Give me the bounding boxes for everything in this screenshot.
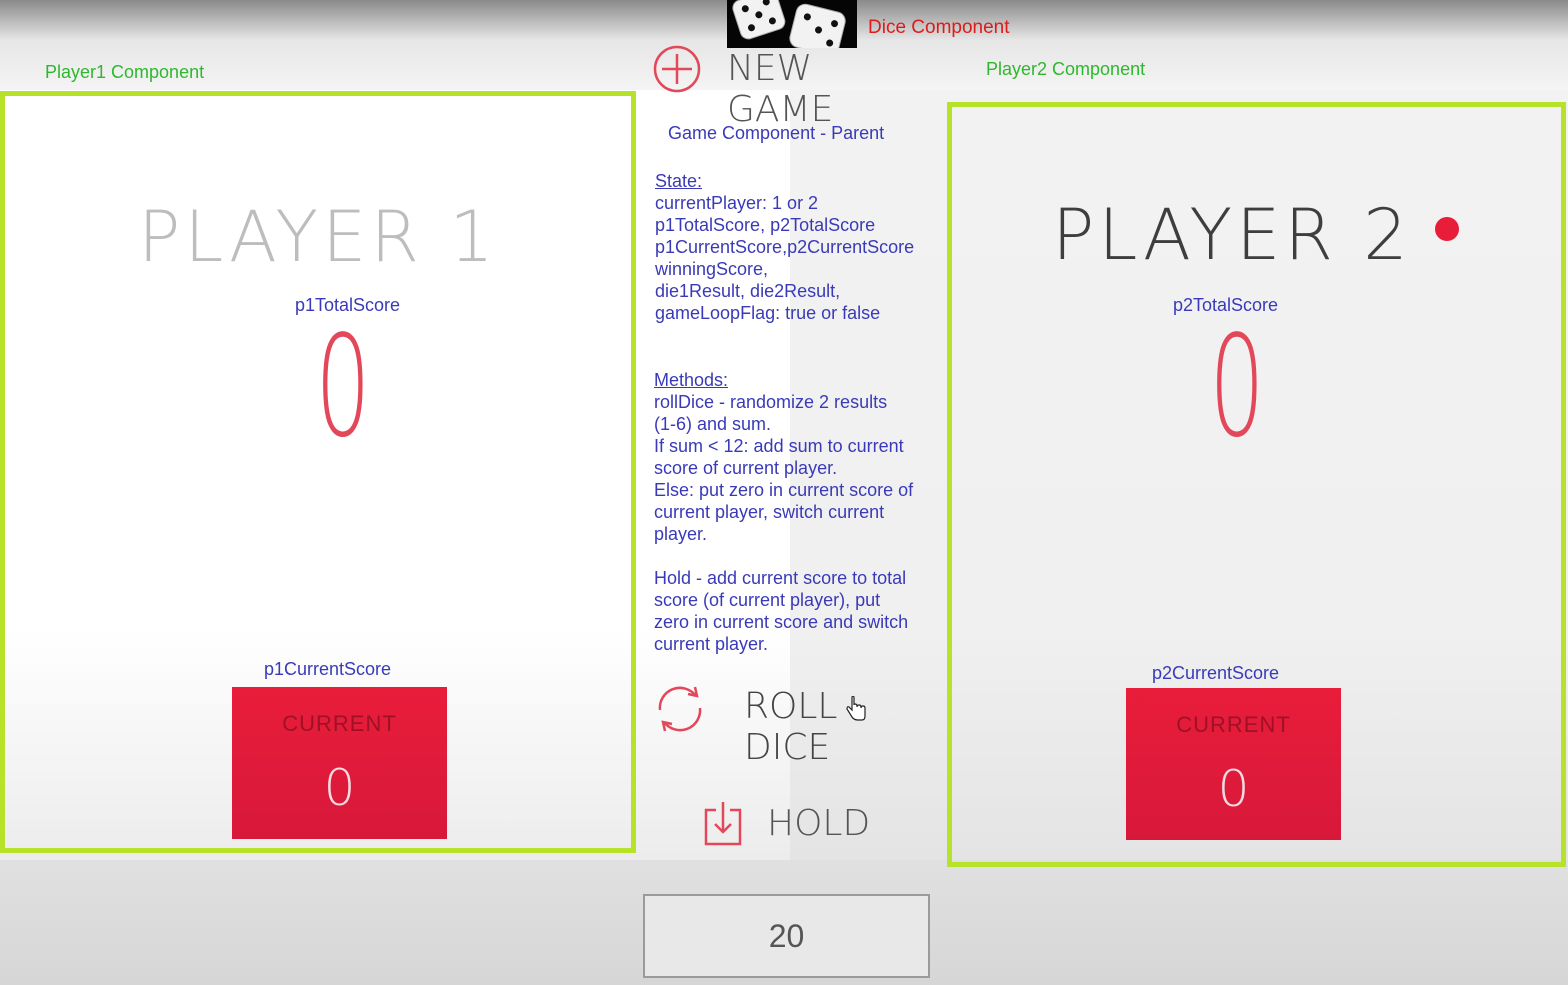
player1-panel: PLAYER 1 p1TotalScore 0 p1CurrentScore C…	[0, 91, 636, 853]
player2-current-score: 0	[1217, 760, 1250, 818]
player2-total-score: 0	[1209, 306, 1265, 469]
new-game-button[interactable]: NEW GAME	[650, 42, 930, 130]
state-description: State: currentPlayer: 1 or 2 p1TotalScor…	[655, 170, 945, 324]
methods-line: zero in current score and switch	[654, 612, 909, 632]
player2-panel: PLAYER 2 p2TotalScore 0 p2CurrentScore C…	[947, 102, 1566, 867]
player1-total-score: 0	[315, 306, 371, 469]
state-line: currentPlayer: 1 or 2	[655, 193, 819, 213]
methods-line	[654, 545, 944, 567]
player1-name: PLAYER 1	[138, 196, 498, 278]
methods-description: Methods: rollDice - randomize 2 results …	[654, 369, 944, 655]
roll-dice-label: ROLL DICE	[744, 686, 838, 768]
methods-line: Hold - add current score to total	[654, 568, 907, 588]
methods-line: rollDice - randomize 2 results	[654, 392, 888, 412]
player1-current-label: CURRENT	[282, 711, 397, 736]
player2-component-annotation: Player2 Component	[986, 59, 1146, 79]
methods-heading: Methods:	[654, 370, 729, 390]
p2-current-score-annotation: p2CurrentScore	[1152, 663, 1280, 683]
methods-line: (1-6) and sum.	[654, 414, 772, 434]
methods-line: score of current player.	[654, 458, 838, 478]
player1-component-annotation: Player1 Component	[45, 62, 205, 82]
state-line: die1Result, die2Result,	[655, 281, 841, 301]
dice-component-annotation: Dice Component	[868, 17, 1010, 38]
state-heading: State:	[655, 171, 703, 191]
methods-line: player.	[654, 524, 708, 544]
p1-current-score-annotation: p1CurrentScore	[264, 659, 392, 679]
state-line: p1CurrentScore,p2CurrentScore	[655, 237, 915, 257]
player1-current-box: CURRENT 0	[232, 687, 447, 839]
player2-current-box: CURRENT 0	[1126, 688, 1341, 840]
state-line: p1TotalScore, p2TotalScore	[655, 215, 876, 235]
active-dot-icon	[1435, 217, 1459, 241]
plus-circle-icon	[653, 45, 701, 93]
game-component-annotation: Game Component - Parent	[668, 123, 885, 143]
methods-line: Else: put zero in current score of	[654, 480, 914, 500]
winning-score-input[interactable]: 20	[643, 894, 930, 978]
state-line: winningScore,	[655, 259, 769, 279]
methods-line: current player, switch current	[654, 502, 885, 522]
hold-button[interactable]: HOLD	[700, 798, 900, 854]
dice-image	[727, 0, 857, 48]
download-icon	[704, 802, 742, 846]
player2-current-label: CURRENT	[1176, 712, 1291, 737]
methods-line: current player.	[654, 634, 769, 654]
refresh-icon	[658, 686, 702, 732]
dice-icon	[732, 0, 846, 48]
hand-cursor-icon	[846, 696, 866, 721]
player1-current-score: 0	[323, 759, 356, 817]
hold-label: HOLD	[767, 803, 871, 844]
methods-line: score (of current player), put	[654, 590, 881, 610]
new-game-label: NEW GAME	[727, 48, 834, 130]
state-line: gameLoopFlag: true or false	[655, 303, 881, 323]
methods-line: If sum < 12: add sum to current	[654, 436, 904, 456]
roll-dice-button[interactable]: ROLL DICE	[650, 680, 930, 768]
